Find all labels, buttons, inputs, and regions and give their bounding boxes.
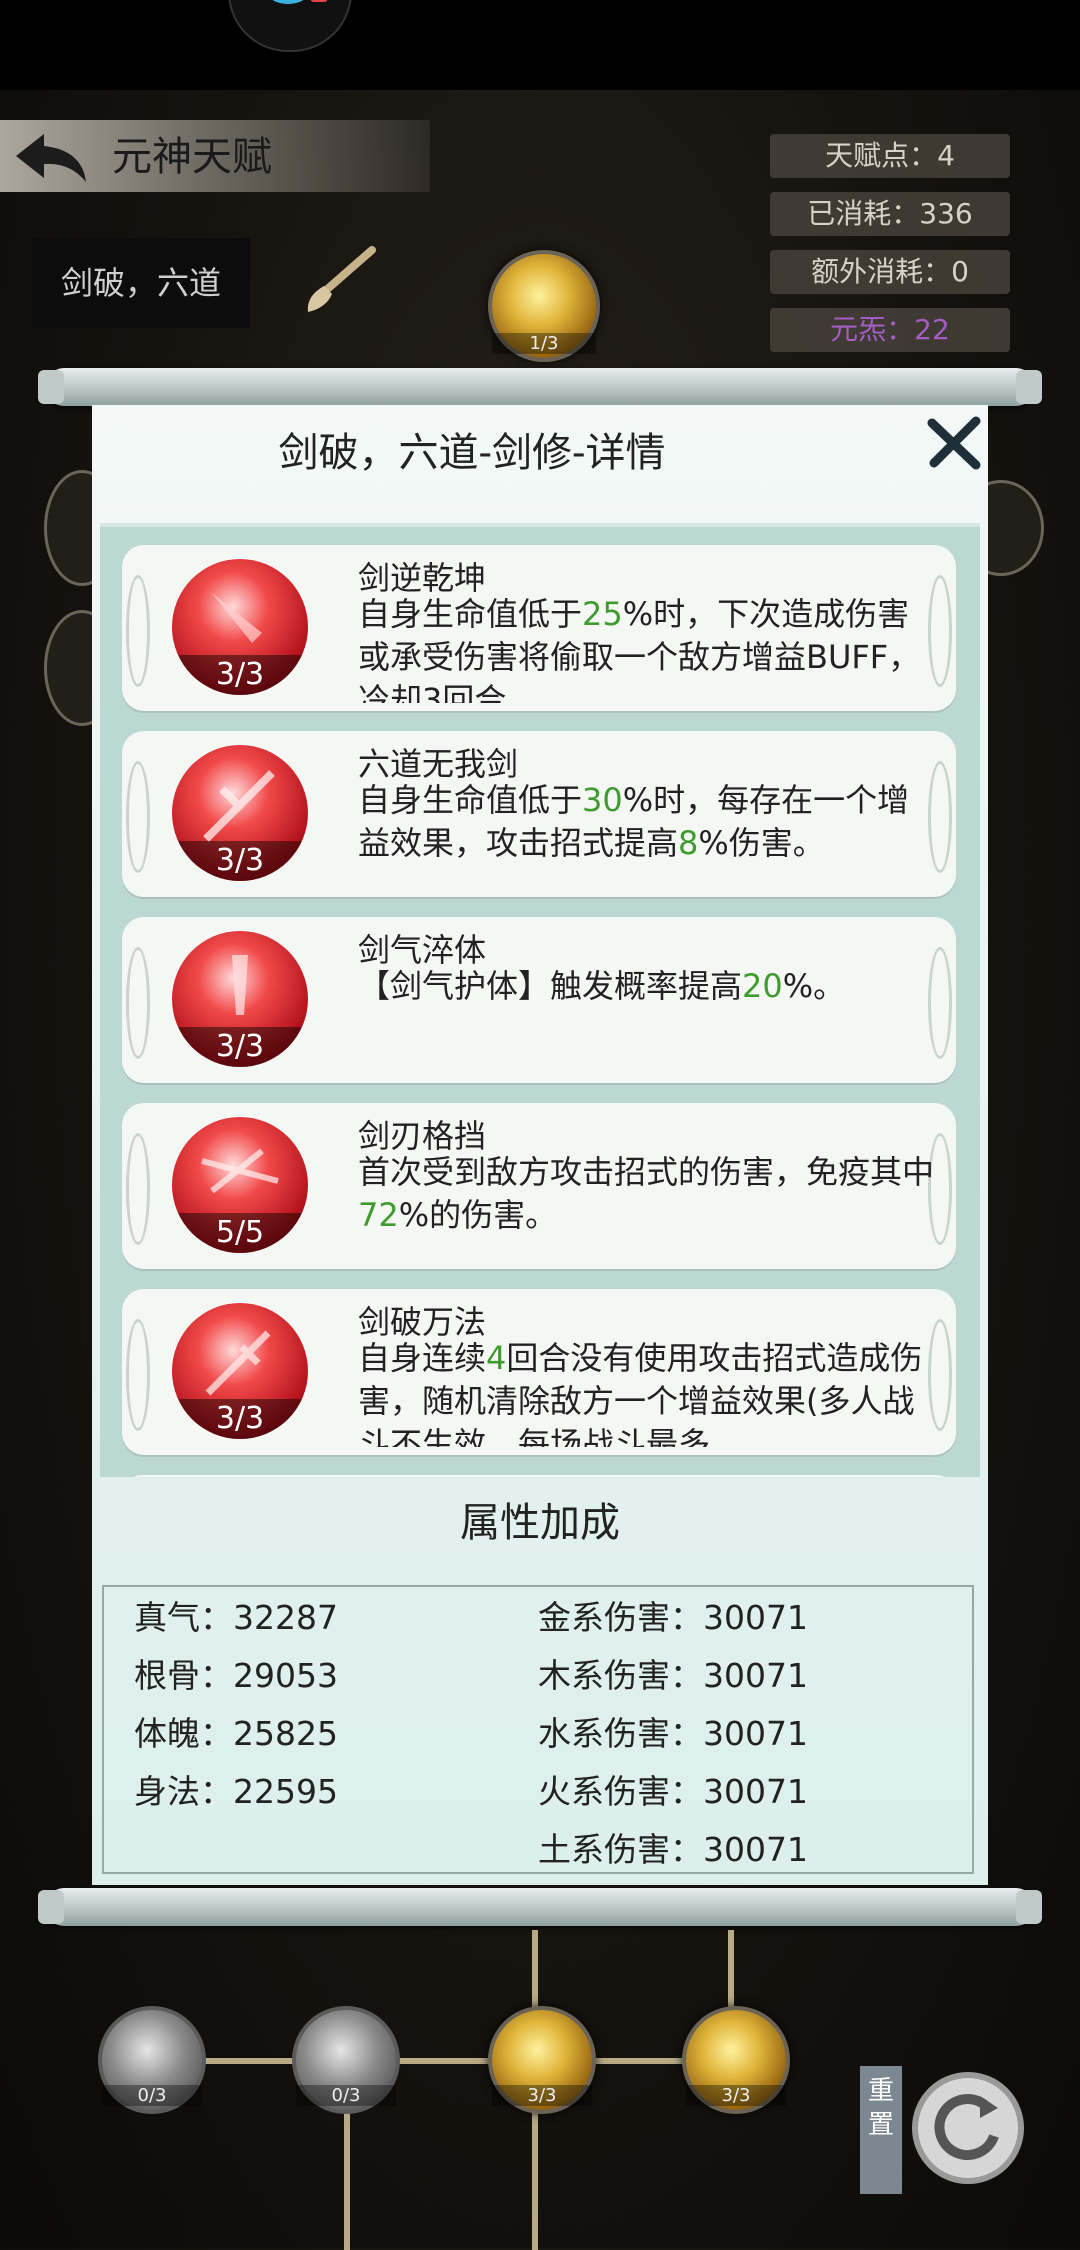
detail-panel: 剑破，六道-剑修-详情 3/3 剑逆乾坤 自身生命值低于25%时，下次造成伤害或… xyxy=(92,405,988,1885)
talent-points-stat: 天赋点：4 xyxy=(770,134,1010,178)
skill-card-jian-po-wan-fa[interactable]: 3/3 剑破万法 自身连续4回合没有使用攻击招式造成伤害，随机清除敌方一个增益效… xyxy=(122,1289,956,1455)
skill-card-liu-dao-wu-wo-jian[interactable]: 3/3 六道无我剑 自身生命值低于30%时，每存在一个增益效果，攻击招式提高8%… xyxy=(122,731,956,897)
attr-earth-damage: 土系伤害：30071 xyxy=(538,1830,808,1869)
refresh-icon xyxy=(934,2094,999,2161)
skill-list[interactable]: 3/3 剑逆乾坤 自身生命值低于25%时，下次造成伤害或承受伤害将偷取一个敌方增… xyxy=(100,523,980,1477)
top-status-bar xyxy=(0,0,1080,90)
page-title: 元神天赋 xyxy=(112,134,272,180)
scroll-top-rod xyxy=(38,368,1042,406)
talent-node-top[interactable]: 1/3 xyxy=(488,250,600,362)
attr-fire-damage: 火系伤害：30071 xyxy=(538,1772,808,1811)
build-name-tag[interactable]: 剑破，六道 xyxy=(32,238,250,328)
consumed-stat: 已消耗：336 xyxy=(770,192,1010,236)
attributes-box: 真气：32287 根骨：29053 体魄：25825 身法：22595 金系伤害… xyxy=(102,1585,974,1874)
brush-edit-icon[interactable] xyxy=(300,246,380,316)
attr-gen-gu: 根骨：29053 xyxy=(134,1656,338,1695)
sword-skill-icon: 3/3 xyxy=(172,745,308,881)
extra-consumed-stat: 额外消耗：0 xyxy=(770,250,1010,294)
panel-title: 剑破，六道-剑修-详情 xyxy=(278,430,666,476)
talent-node-3[interactable]: 3/3 xyxy=(488,2006,596,2114)
sword-skill-icon: 3/3 xyxy=(172,1303,308,1439)
attr-ti-po: 体魄：25825 xyxy=(134,1714,338,1753)
back-arrow-icon[interactable] xyxy=(12,130,92,185)
attr-zhen-qi: 真气：32287 xyxy=(134,1598,338,1637)
skill-description: 【剑气护体】触发概率提高20%。 xyxy=(358,967,846,1005)
attr-metal-damage: 金系伤害：30071 xyxy=(538,1598,808,1637)
skill-description: 自身生命值低于25%时，下次造成伤害或承受伤害将偷取一个敌方增益BUFF，冷却3… xyxy=(358,595,921,703)
skill-card-partial xyxy=(122,1475,956,1477)
talent-node-2[interactable]: 0/3 xyxy=(292,2006,400,2114)
skill-card-jian-ni-qian-kun[interactable]: 3/3 剑逆乾坤 自身生命值低于25%时，下次造成伤害或承受伤害将偷取一个敌方增… xyxy=(122,545,956,711)
skill-description: 首次受到敌方攻击招式的伤害，免疫其中72%的伤害。 xyxy=(358,1153,935,1234)
skill-description: 自身连续4回合没有使用攻击招式造成伤害，随机清除敌方一个增益效果(多人战斗不生效… xyxy=(358,1339,923,1447)
sword-skill-icon: 3/3 xyxy=(172,559,308,695)
close-icon[interactable] xyxy=(924,413,984,473)
skill-card-jian-ren-ge-dang[interactable]: 5/5 剑刃格挡 首次受到敌方攻击招式的伤害，免疫其中72%的伤害。 xyxy=(122,1103,956,1269)
attributes-title: 属性加成 xyxy=(460,1500,620,1546)
tree-connector xyxy=(344,2110,350,2250)
talent-node-1[interactable]: 0/3 xyxy=(98,2006,206,2114)
attr-shen-fa: 身法：22595 xyxy=(134,1772,338,1811)
skill-card-jian-qi-cui-ti[interactable]: 3/3 剑气淬体 【剑气护体】触发概率提高20%。 xyxy=(122,917,956,1083)
sword-skill-icon: 3/3 xyxy=(172,931,308,1067)
reset-button[interactable] xyxy=(912,2072,1024,2184)
attr-wood-damage: 木系伤害：30071 xyxy=(538,1656,808,1695)
talent-node-4[interactable]: 3/3 xyxy=(682,2006,790,2114)
tree-connector xyxy=(532,2110,538,2250)
tree-connector xyxy=(200,2058,760,2064)
scroll-bottom-rod xyxy=(38,1888,1042,1926)
yuan-sha-stat: 元炁：22 xyxy=(770,308,1010,352)
attr-water-damage: 水系伤害：30071 xyxy=(538,1714,808,1753)
skill-description: 自身生命值低于30%时，每存在一个增益效果，攻击招式提高8%伤害。 xyxy=(358,781,910,862)
reset-label: 重置 xyxy=(860,2066,902,2194)
sword-skill-icon: 5/5 xyxy=(172,1117,308,1253)
